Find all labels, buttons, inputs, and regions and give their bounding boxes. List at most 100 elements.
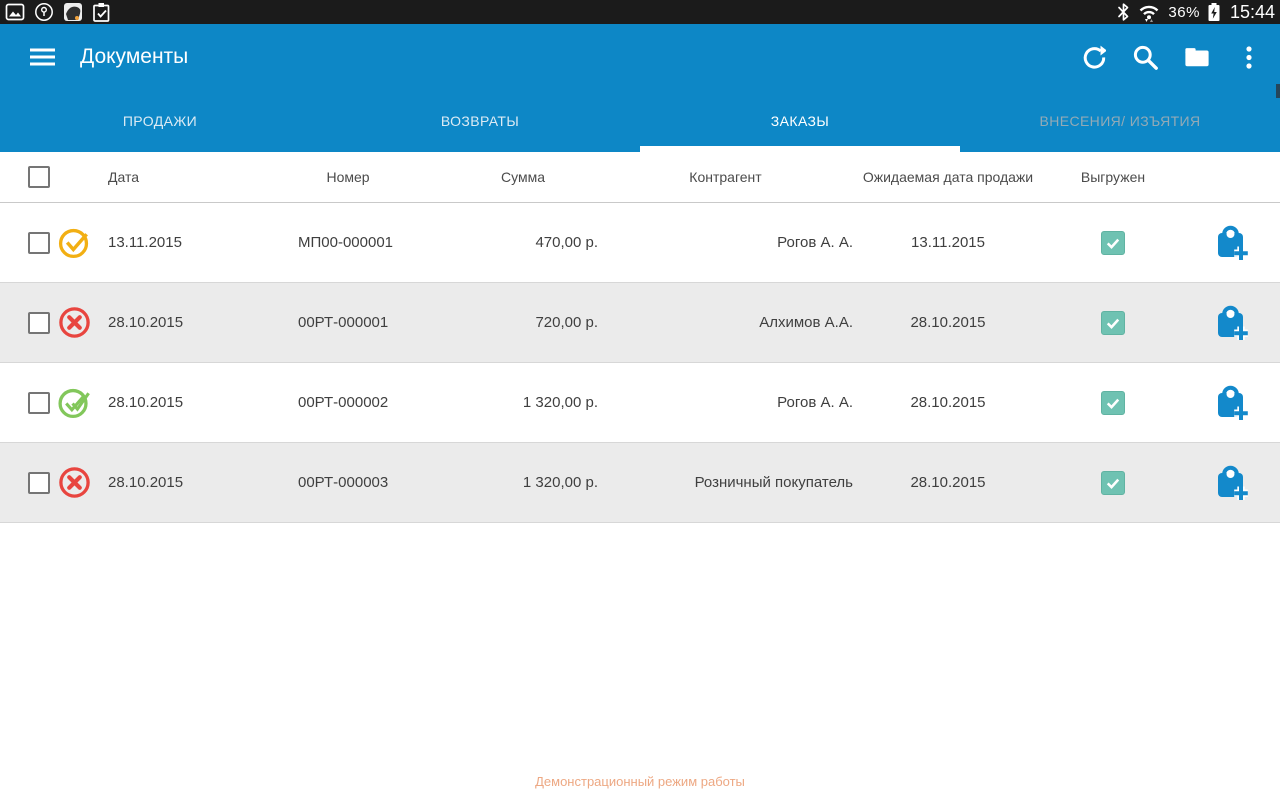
header-counterparty[interactable]: Контрагент xyxy=(598,169,853,185)
uploaded-checkbox[interactable] xyxy=(1101,230,1125,255)
menu-button[interactable] xyxy=(29,44,55,70)
header-uploaded[interactable]: Выгружен xyxy=(1043,169,1183,185)
page-title: Документы xyxy=(80,45,189,68)
row-checkbox-cell xyxy=(0,391,50,414)
row-counterparty: Рогов А. А. xyxy=(777,394,853,411)
row-status-cell xyxy=(50,465,98,500)
app-bar-actions xyxy=(1080,44,1262,70)
row-date: 13.11.2015 xyxy=(108,234,182,251)
row-actions-cell xyxy=(1183,384,1280,422)
image-icon xyxy=(5,3,25,21)
select-all-checkbox[interactable] xyxy=(28,166,50,188)
row-checkbox-cell xyxy=(0,471,50,494)
bag-plus-icon xyxy=(1217,465,1248,500)
row-number: 00РТ-000003 xyxy=(298,474,389,491)
table-row[interactable]: 13.11.2015 МП00-000001 470,00 р. Рогов А… xyxy=(0,203,1280,283)
demo-mode-label: Демонстрационный режим работы xyxy=(535,774,745,789)
check-icon xyxy=(1106,478,1120,489)
uploaded-checkbox[interactable] xyxy=(1101,310,1125,335)
row-checkbox-cell xyxy=(0,311,50,334)
tab-deposits-withdrawals-label: ВНЕСЕНИЯ/ ИЗЪЯТИЯ xyxy=(1039,113,1201,129)
add-to-bag-button[interactable] xyxy=(1215,384,1249,422)
tab-sales[interactable]: ПРОДАЖИ xyxy=(0,90,320,152)
table-row[interactable]: 28.10.2015 00РТ-000003 1 320,00 р. Розни… xyxy=(0,443,1280,523)
clipboard-check-icon xyxy=(93,3,110,22)
tab-returns[interactable]: ВОЗВРАТЫ xyxy=(320,90,640,152)
tab-orders-label: ЗАКАЗЫ xyxy=(770,113,830,129)
bluetooth-icon xyxy=(1118,3,1129,21)
header-sum[interactable]: Сумма xyxy=(448,169,598,185)
row-status-cell xyxy=(50,225,98,260)
row-uploaded-cell xyxy=(1043,470,1183,495)
header-number[interactable]: Номер xyxy=(248,169,448,185)
tab-orders[interactable]: ЗАКАЗЫ xyxy=(640,90,960,152)
uploaded-checkbox[interactable] xyxy=(1101,470,1125,495)
row-actions-cell xyxy=(1183,464,1280,502)
table-row[interactable]: 28.10.2015 00РТ-000001 720,00 р. Алхимов… xyxy=(0,283,1280,363)
row-expected-date: 28.10.2015 xyxy=(910,474,986,491)
row-status-cell xyxy=(50,385,98,420)
refresh-button[interactable] xyxy=(1080,44,1106,70)
row-actions-cell xyxy=(1183,224,1280,262)
red-cross-circle-icon xyxy=(58,307,90,338)
uploaded-checkbox[interactable] xyxy=(1101,390,1125,415)
row-number: МП00-000001 xyxy=(298,234,394,251)
overflow-menu-icon xyxy=(1246,45,1252,69)
add-to-bag-button[interactable] xyxy=(1215,464,1249,502)
search-button[interactable] xyxy=(1132,44,1158,70)
row-status-cell xyxy=(50,305,98,340)
row-uploaded-cell xyxy=(1043,390,1183,415)
row-actions-cell xyxy=(1183,304,1280,342)
tab-deposits-withdrawals[interactable]: ВНЕСЕНИЯ/ ИЗЪЯТИЯ xyxy=(960,90,1280,152)
bag-plus-icon xyxy=(1217,305,1248,340)
row-counterparty: Алхимов А.А. xyxy=(759,314,853,331)
folder-button[interactable] xyxy=(1184,44,1210,70)
scrollbar-thumb[interactable] xyxy=(1276,84,1280,98)
header-expected-date[interactable]: Ожидаемая дата продажи xyxy=(853,169,1043,185)
row-checkbox[interactable] xyxy=(28,391,50,414)
bag-plus-icon xyxy=(1217,225,1248,260)
row-sum: 1 320,00 р. xyxy=(522,394,598,411)
row-number: 00РТ-000002 xyxy=(298,394,389,411)
status-bar: 36% 15:44 xyxy=(0,0,1280,24)
red-cross-circle-icon xyxy=(58,467,90,498)
add-to-bag-button[interactable] xyxy=(1215,304,1249,342)
hamburger-icon xyxy=(29,48,55,66)
status-bar-system: 36% 15:44 xyxy=(1116,0,1275,24)
row-sum: 720,00 р. xyxy=(535,314,598,331)
row-expected-date: 28.10.2015 xyxy=(910,394,986,411)
row-counterparty: Розничный покупатель xyxy=(694,474,853,491)
yellow-check-circle-icon xyxy=(58,228,88,259)
table-row[interactable]: 28.10.2015 00РТ-000002 1 320,00 р. Рогов… xyxy=(0,363,1280,443)
overflow-menu-button[interactable] xyxy=(1236,44,1262,70)
row-sum: 1 320,00 р. xyxy=(522,474,598,491)
row-uploaded-cell xyxy=(1043,310,1183,335)
row-expected-date: 28.10.2015 xyxy=(910,314,986,331)
app-thumbnail-icon xyxy=(64,3,82,21)
wifi-icon xyxy=(1140,5,1159,22)
bag-plus-icon xyxy=(1217,385,1248,420)
check-icon xyxy=(1106,318,1120,329)
refresh-icon xyxy=(1083,45,1106,69)
add-to-bag-button[interactable] xyxy=(1215,224,1249,262)
tab-bar: ПРОДАЖИ ВОЗВРАТЫ ЗАКАЗЫ ВНЕСЕНИЯ/ ИЗЪЯТИ… xyxy=(0,90,1280,152)
row-date: 28.10.2015 xyxy=(108,474,184,491)
search-icon xyxy=(1133,45,1158,70)
folder-icon xyxy=(1185,48,1209,67)
table-header: Дата Номер Сумма Контрагент Ожидаемая да… xyxy=(0,152,1280,203)
green-double-check-circle-icon xyxy=(57,388,90,419)
battery-charging-icon xyxy=(1208,3,1220,21)
row-uploaded-cell xyxy=(1043,230,1183,255)
check-icon xyxy=(1106,238,1120,249)
row-number: 00РТ-000001 xyxy=(298,314,389,331)
status-bar-notifications xyxy=(5,0,111,24)
battery-percent-label: 36% xyxy=(1168,3,1200,21)
row-checkbox[interactable] xyxy=(28,311,50,334)
row-counterparty: Рогов А. А. xyxy=(777,234,853,251)
row-checkbox[interactable] xyxy=(28,231,50,254)
row-sum: 470,00 р. xyxy=(535,234,598,251)
tab-sales-label: ПРОДАЖИ xyxy=(122,113,198,129)
row-expected-date: 13.11.2015 xyxy=(911,234,985,251)
row-checkbox[interactable] xyxy=(28,471,50,494)
header-date[interactable]: Дата xyxy=(98,169,248,185)
